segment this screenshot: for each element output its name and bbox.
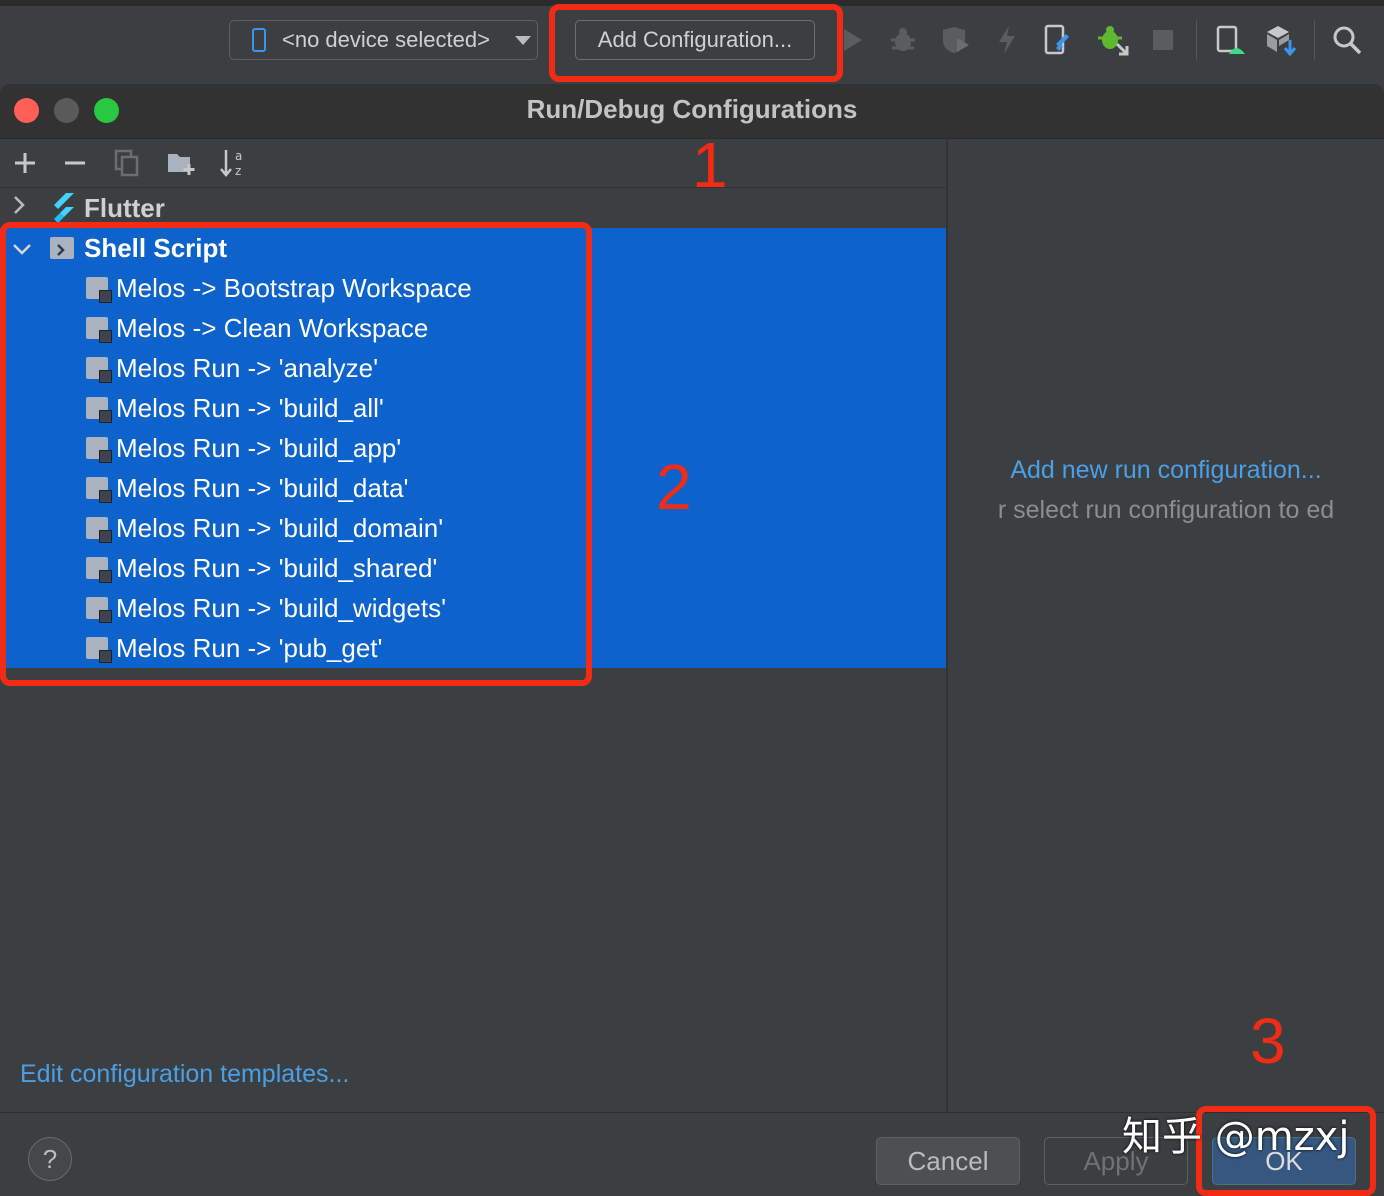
add-icon[interactable] [8, 147, 42, 179]
annotation-number-3: 3 [1250, 1005, 1286, 1077]
ide-toolbar: <no device selected> Add Configuration..… [0, 0, 1384, 80]
tree-item-label: Melos Run -> 'build_app' [116, 432, 402, 463]
shell-script-icon [50, 237, 74, 259]
attach-debugger-icon[interactable] [1096, 22, 1130, 58]
help-button[interactable]: ? [28, 1137, 72, 1181]
tree-group-shell-script[interactable]: Shell Script [0, 228, 946, 268]
tree-item-label: Melos -> Clean Workspace [116, 312, 429, 343]
tree-group-flutter[interactable]: Flutter [0, 188, 946, 228]
tree-item[interactable]: Melos -> Clean Workspace [0, 308, 946, 348]
add-configuration-button[interactable]: Add Configuration... [575, 20, 815, 60]
shell-script-icon [86, 397, 112, 423]
dialog-title: Run/Debug Configurations [526, 94, 858, 124]
tree-item[interactable]: Melos -> Bootstrap Workspace [0, 268, 946, 308]
tree-item[interactable]: Melos Run -> 'build_all' [0, 388, 946, 428]
chevron-down-icon [515, 36, 531, 45]
shell-script-icon [86, 357, 112, 383]
shell-script-icon [86, 477, 112, 503]
tree-item[interactable]: Melos Run -> 'build_domain' [0, 508, 946, 548]
toolbar-separator [1196, 20, 1197, 60]
stop-icon[interactable] [1146, 22, 1180, 58]
copy-icon[interactable] [110, 147, 144, 179]
tree-item[interactable]: Melos Run -> 'build_shared' [0, 548, 946, 588]
run-icon[interactable] [836, 22, 870, 58]
shell-script-icon [86, 317, 112, 343]
sort-alphabetically-icon[interactable]: az [216, 147, 250, 179]
tree-item[interactable]: Melos Run -> 'pub_get' [0, 628, 946, 668]
tree-item-label: Melos Run -> 'build_all' [116, 392, 384, 423]
annotation-number-2: 2 [656, 451, 692, 523]
flutter-inspector-icon[interactable] [1040, 22, 1074, 58]
watermark: 知乎 @mzxj [1122, 1114, 1350, 1160]
config-list-toolbar: az [0, 139, 946, 188]
tree-item[interactable]: Melos Run -> 'build_widgets' [0, 588, 946, 628]
annotation-number-1: 1 [692, 129, 728, 201]
toolbar-separator [1314, 20, 1315, 60]
search-icon[interactable] [1330, 22, 1364, 58]
svg-text:a: a [235, 149, 242, 163]
chevron-right-icon[interactable] [12, 195, 26, 221]
tree-item-label: Melos Run -> 'build_widgets' [116, 592, 447, 623]
svg-text:z: z [235, 164, 241, 178]
phone-icon [252, 28, 266, 52]
run-with-coverage-icon[interactable] [938, 22, 972, 58]
panel-divider [946, 139, 948, 1113]
tree-item-label: Melos -> Bootstrap Workspace [116, 272, 472, 303]
select-configuration-hint: r select run configuration to ed [997, 496, 1335, 524]
tree-group-label: Shell Script [84, 232, 228, 263]
device-selector[interactable]: <no device selected> [229, 20, 538, 60]
run-debug-configurations-dialog: Run/Debug Configurations az Flutter Shel… [0, 84, 1384, 1196]
flutter-icon [50, 193, 76, 230]
tree-item-label: Melos Run -> 'build_data' [116, 472, 409, 503]
add-new-run-configuration-link[interactable]: Add new run configuration... [948, 456, 1384, 485]
tree-item[interactable]: Melos Run -> 'analyze' [0, 348, 946, 388]
edit-configuration-templates-link[interactable]: Edit configuration templates... [20, 1060, 349, 1089]
chevron-down-icon[interactable] [12, 236, 32, 262]
shell-script-icon [86, 557, 112, 583]
hot-reload-icon[interactable] [990, 22, 1024, 58]
device-manager-icon[interactable] [1214, 22, 1248, 58]
cancel-button[interactable]: Cancel [876, 1137, 1020, 1185]
shell-script-icon [86, 517, 112, 543]
tree-item-label: Melos Run -> 'pub_get' [116, 632, 383, 663]
shell-script-icon [86, 597, 112, 623]
tree-item-label: Melos Run -> 'build_domain' [116, 512, 444, 543]
tree-item[interactable]: Melos Run -> 'build_data' [0, 468, 946, 508]
sdk-manager-icon[interactable] [1264, 22, 1298, 58]
tree-group-label: Flutter [84, 192, 165, 223]
remove-icon[interactable] [58, 147, 92, 179]
toolbar-top-strip [0, 0, 1384, 6]
shell-script-icon [86, 437, 112, 463]
new-folder-icon[interactable] [164, 147, 198, 179]
debug-icon[interactable] [886, 22, 920, 58]
tree-item-label: Melos Run -> 'analyze' [116, 352, 379, 383]
tree-item[interactable]: Melos Run -> 'build_app' [0, 428, 946, 468]
device-selector-label: <no device selected> [282, 27, 490, 52]
shell-script-icon [86, 637, 112, 663]
shell-script-icon [86, 277, 112, 303]
tree-item-label: Melos Run -> 'build_shared' [116, 552, 438, 583]
